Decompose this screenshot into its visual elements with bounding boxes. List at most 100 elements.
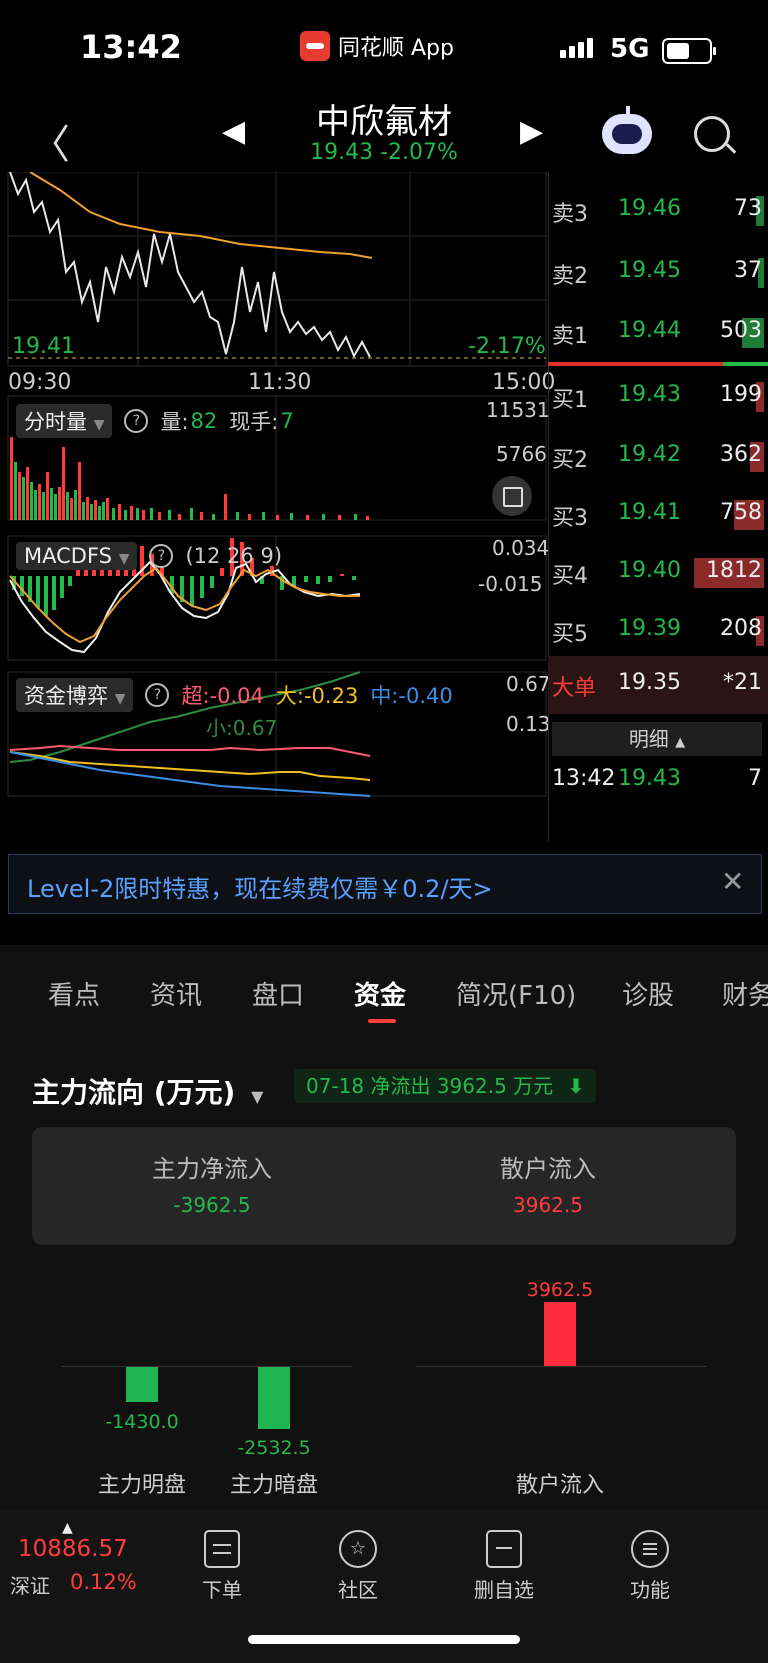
- large-fund-label: 大:-0.23: [275, 684, 359, 708]
- tab-fund[interactable]: 资金: [354, 975, 406, 1012]
- bid-ask-ratio-red: [548, 362, 723, 366]
- nav-order-label: 下单: [202, 1578, 242, 1602]
- arrow-down-icon: ⬇: [567, 1074, 585, 1098]
- close-icon[interactable]: ✕: [721, 865, 744, 898]
- volume-mid-label: 5766: [496, 442, 547, 466]
- help-icon[interactable]: ?: [145, 683, 170, 707]
- caret-up-icon: ▲: [675, 735, 686, 750]
- big-order-row[interactable]: 大单 19.35 *21: [548, 656, 768, 714]
- bid-row[interactable]: 买5 19.39 208: [548, 616, 768, 656]
- bid-volume: 758: [720, 500, 762, 525]
- hand-value: 7: [280, 409, 294, 433]
- tab-finance[interactable]: 财务: [722, 975, 768, 1012]
- bid-label: 买2: [552, 448, 588, 473]
- last-trade-volume: 7: [748, 766, 762, 791]
- bid-volume: 208: [720, 616, 762, 641]
- active-tab-indicator: [368, 1019, 396, 1023]
- macd-indicator-select[interactable]: MACDFS ▼: [16, 542, 138, 570]
- price-low-label: 19.41: [12, 334, 75, 359]
- ask-row[interactable]: 卖1 19.44 503: [548, 318, 768, 358]
- tab-profile[interactable]: 简况(F10): [456, 975, 576, 1012]
- ask-label: 卖3: [552, 202, 588, 227]
- volume-label: 量:: [160, 410, 189, 434]
- stock-price: 19.43 -2.07%: [310, 140, 458, 165]
- last-trade-price: 19.43: [618, 766, 681, 791]
- nav-remove-watchlist-label: 删自选: [474, 1578, 534, 1602]
- fund-bar-main-lit-label: 主力明盘: [97, 1473, 186, 1498]
- intraday-chart[interactable]: 19.41 -2.17% 09:30 11:30 15:00 分时量 ▼ ? 量…: [0, 171, 555, 842]
- nav-remove-watchlist[interactable]: 删自选: [454, 1522, 554, 1603]
- detail-toggle[interactable]: 明细 ▲: [552, 722, 762, 756]
- ask-volume: 503: [720, 318, 762, 343]
- search-icon[interactable]: [694, 116, 730, 152]
- tab-diagnose[interactable]: 诊股: [622, 975, 674, 1012]
- volume-value: 82: [190, 409, 218, 433]
- medium-fund-line: [9, 751, 371, 797]
- average-line: [29, 171, 373, 259]
- fund-game-mid-label: 0.13: [506, 712, 551, 736]
- tab-order[interactable]: 盘口: [252, 975, 304, 1012]
- fullscreen-icon[interactable]: [492, 476, 532, 516]
- detail-label: 明细: [628, 727, 669, 751]
- ask-label: 卖2: [552, 264, 588, 289]
- net-outflow-badge: 07-18 净流出 3962.5 万元 ⬇: [294, 1069, 597, 1103]
- robot-assistant-icon[interactable]: [602, 106, 652, 154]
- volume-max-label: 11531: [486, 398, 550, 422]
- promo-text[interactable]: Level-2限时特惠，现在续费仅需￥0.2/天>: [27, 869, 493, 904]
- ask-volume: 37: [734, 258, 762, 283]
- menu-icon: [631, 1530, 669, 1568]
- ask-label: 卖1: [552, 324, 588, 349]
- bid-volume: 199: [720, 382, 762, 407]
- bid-row[interactable]: 买4 19.40 1812: [548, 558, 768, 598]
- macd-mid-label: -0.015: [478, 572, 543, 596]
- help-icon[interactable]: ?: [124, 409, 149, 433]
- home-indicator[interactable]: [248, 1635, 520, 1644]
- next-stock-icon[interactable]: ▶: [520, 114, 543, 149]
- bid-price: 19.40: [618, 558, 681, 583]
- chart-svg: [7, 171, 547, 797]
- help-icon[interactable]: ?: [149, 544, 174, 568]
- ask-volume: 73: [734, 196, 762, 221]
- fund-game-indicator-select[interactable]: 资金博弈 ▼: [16, 678, 134, 712]
- pct-low-label: -2.17%: [468, 334, 546, 359]
- fund-bar-main-lit-value: -1430.0: [105, 1411, 179, 1433]
- signal-icon: [560, 38, 593, 58]
- nav-order[interactable]: 下单: [172, 1522, 272, 1603]
- retail-inflow-label: 散户流入: [500, 1155, 596, 1183]
- ask-row[interactable]: 卖3 19.46 73: [548, 196, 768, 236]
- fund-game-indicator-label: 资金博弈: [24, 684, 108, 708]
- order-icon: [204, 1530, 240, 1568]
- promo-banner[interactable]: Level-2限时特惠，现在续费仅需￥0.2/天> ✕: [8, 854, 762, 914]
- bid-volume: 362: [720, 442, 762, 467]
- bid-price: 19.43: [618, 382, 681, 407]
- fund-flow-title-text: 主力流向 (万元): [32, 1076, 236, 1109]
- nav-community-label: 社区: [338, 1578, 378, 1602]
- bid-row[interactable]: 买3 19.41 758: [548, 500, 768, 540]
- volume-indicator-select[interactable]: 分时量 ▼: [16, 404, 113, 438]
- baseline-right: [416, 1366, 706, 1367]
- stock-name: 中欣氟材: [316, 102, 452, 142]
- index-name: 深证: [10, 1574, 50, 1598]
- main-net-inflow-label: 主力净流入: [152, 1155, 272, 1183]
- bid-label: 买4: [552, 564, 588, 589]
- nav-functions[interactable]: 功能: [600, 1522, 700, 1603]
- ask-row[interactable]: 卖2 19.45 37: [548, 258, 768, 298]
- community-icon: ☆: [339, 1530, 377, 1568]
- fund-bar-retail-label: 散户流入: [515, 1473, 604, 1498]
- bid-label: 买5: [552, 622, 588, 647]
- bid-row[interactable]: 买2 19.42 362: [548, 442, 768, 482]
- ask-price: 19.45: [618, 258, 681, 283]
- order-book[interactable]: 卖3 19.46 73 卖2 19.45 37 卖1 19.44 503 买1 …: [548, 172, 768, 842]
- bid-price: 19.41: [618, 500, 681, 525]
- tab-highlights[interactable]: 看点: [48, 975, 100, 1012]
- index-value[interactable]: 10886.57: [18, 1536, 128, 1562]
- nav-community[interactable]: ☆ 社区: [308, 1522, 408, 1603]
- dropdown-icon: ▼: [114, 691, 126, 707]
- fund-flow-title[interactable]: 主力流向 (万元) ▼: [32, 1071, 263, 1111]
- bid-row[interactable]: 买1 19.43 199: [548, 382, 768, 422]
- app-indicator: 同花顺 App: [300, 30, 454, 62]
- time-axis-mid: 11:30: [248, 370, 312, 395]
- tab-news[interactable]: 资讯: [150, 975, 202, 1012]
- medium-fund-label: 中:-0.40: [370, 684, 453, 708]
- ask-price: 19.44: [618, 318, 681, 343]
